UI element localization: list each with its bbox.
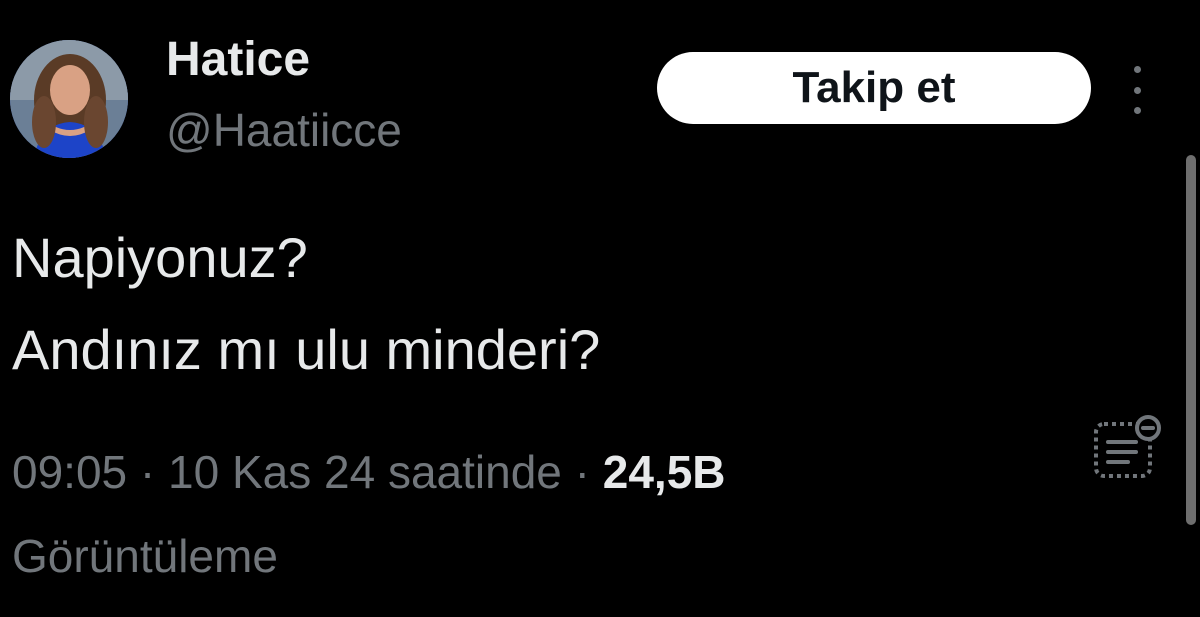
more-vertical-icon-dot (1133, 107, 1141, 114)
avatar[interactable] (10, 40, 128, 158)
views-count: 24,5B (602, 446, 726, 498)
follow-button[interactable]: Takip et (657, 52, 1091, 124)
tweet-metadata: 09:05 · 10 Kas 24 saatinde · 24,5B Görün… (12, 430, 1072, 598)
tweet-text-line: Napiyonuz? (12, 226, 308, 289)
display-name[interactable]: Hatice (166, 30, 310, 90)
more-vertical-icon (1133, 66, 1141, 73)
meta-separator: · (561, 446, 603, 498)
views-label: Görüntüleme (12, 530, 278, 582)
avatar-image (10, 40, 128, 158)
scrollbar[interactable] (1186, 155, 1196, 525)
more-vertical-icon-dot (1133, 86, 1141, 94)
tweet-date[interactable]: 10 Kas 24 saatinde (168, 446, 562, 498)
analytics-icon[interactable] (1088, 412, 1164, 484)
more-options-button[interactable] (1122, 66, 1152, 114)
tweet-text: Napiyonuz? Andınız mı ulu minderi? (12, 212, 600, 396)
tweet-time[interactable]: 09:05 (12, 446, 127, 498)
meta-separator: · (127, 446, 169, 498)
tweet-text-line: Andınız mı ulu minderi? (12, 318, 601, 381)
tweet-card: Hatice @Haatiicce Takip et Napiyonuz? An… (0, 0, 1200, 617)
user-handle[interactable]: @Haatiicce (166, 100, 402, 160)
